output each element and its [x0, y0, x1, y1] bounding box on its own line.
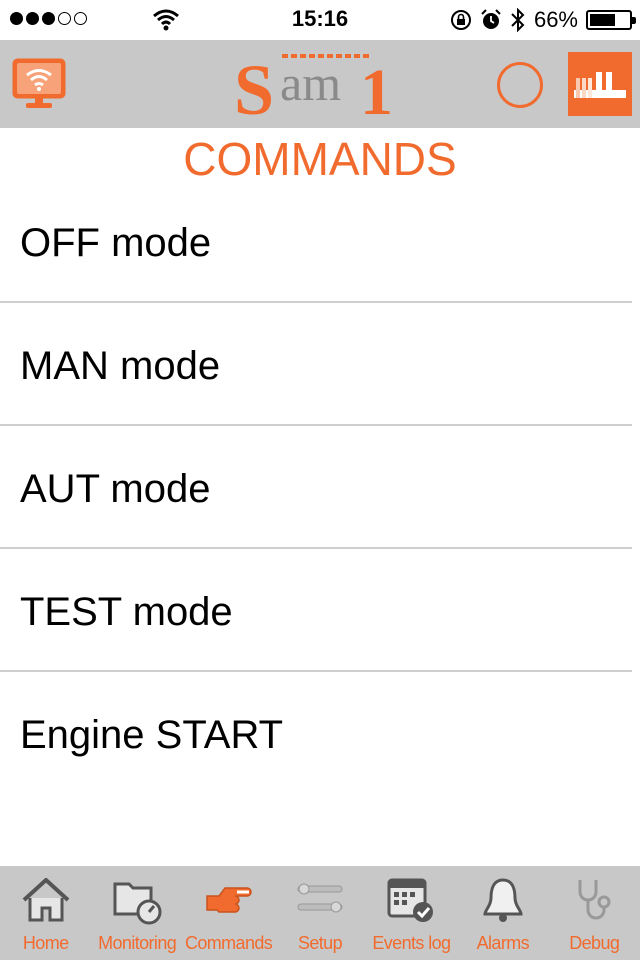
battery-icon [586, 10, 636, 30]
tab-commands[interactable]: Commands [183, 866, 274, 960]
tab-label: Monitoring [98, 933, 177, 953]
monitor-wifi-button[interactable] [12, 58, 66, 110]
bell-icon [483, 878, 523, 922]
tab-alarms[interactable]: Alarms [457, 866, 548, 960]
page-title: COMMANDS [183, 133, 457, 185]
alarm-clock-icon [481, 9, 501, 29]
svg-text:1: 1 [360, 56, 393, 118]
tab-setup[interactable]: Setup [274, 866, 365, 960]
tab-label: Setup [297, 933, 343, 953]
tab-label: Home [22, 933, 69, 953]
tab-events-log[interactable]: Events log [366, 866, 457, 960]
command-aut-mode[interactable]: AUT mode [0, 426, 632, 549]
command-label: OFF mode [20, 221, 212, 265]
command-off-mode[interactable]: OFF mode [0, 180, 632, 303]
command-label: Engine START [20, 713, 284, 757]
tab-label: Debug [569, 933, 620, 953]
battery-fill [590, 14, 616, 26]
tab-debug[interactable]: Debug [549, 866, 640, 960]
tab-monitoring[interactable]: Monitoring [91, 866, 182, 960]
wrench-icon [297, 883, 343, 913]
rotation-lock-icon [450, 10, 471, 30]
home-icon [22, 878, 70, 922]
command-label: TEST mode [20, 590, 233, 634]
brand-logo-icon [568, 52, 632, 116]
app-header: S am 1 [0, 40, 640, 128]
connection-status-indicator [497, 62, 543, 108]
tab-label: Events log [372, 933, 451, 953]
bluetooth-icon [511, 8, 525, 32]
command-man-mode[interactable]: MAN mode [0, 303, 632, 426]
command-engine-start[interactable]: Engine START [0, 672, 632, 795]
tab-label: Commands [184, 933, 273, 953]
svg-text:S: S [234, 50, 274, 118]
svg-text:am: am [280, 55, 341, 111]
calendar-icon [387, 878, 434, 922]
sam1-logo: S am 1 [234, 50, 393, 118]
command-label: MAN mode [20, 344, 221, 388]
command-list: OFF mode MAN mode AUT mode TEST mode Eng… [0, 180, 632, 795]
monitoring-icon [113, 882, 162, 925]
pointing-hand-icon [205, 887, 252, 913]
tab-home[interactable]: Home [0, 866, 91, 960]
command-label: AUT mode [20, 467, 211, 511]
tab-label: Alarms [476, 933, 530, 953]
stethoscope-icon [578, 880, 611, 920]
command-test-mode[interactable]: TEST mode [0, 549, 632, 672]
battery-percentage: 66% [533, 7, 578, 32]
tab-bar: Home Monitoring Commands Setup Events lo… [0, 866, 640, 960]
status-bar: 15:16 66% [0, 0, 640, 40]
